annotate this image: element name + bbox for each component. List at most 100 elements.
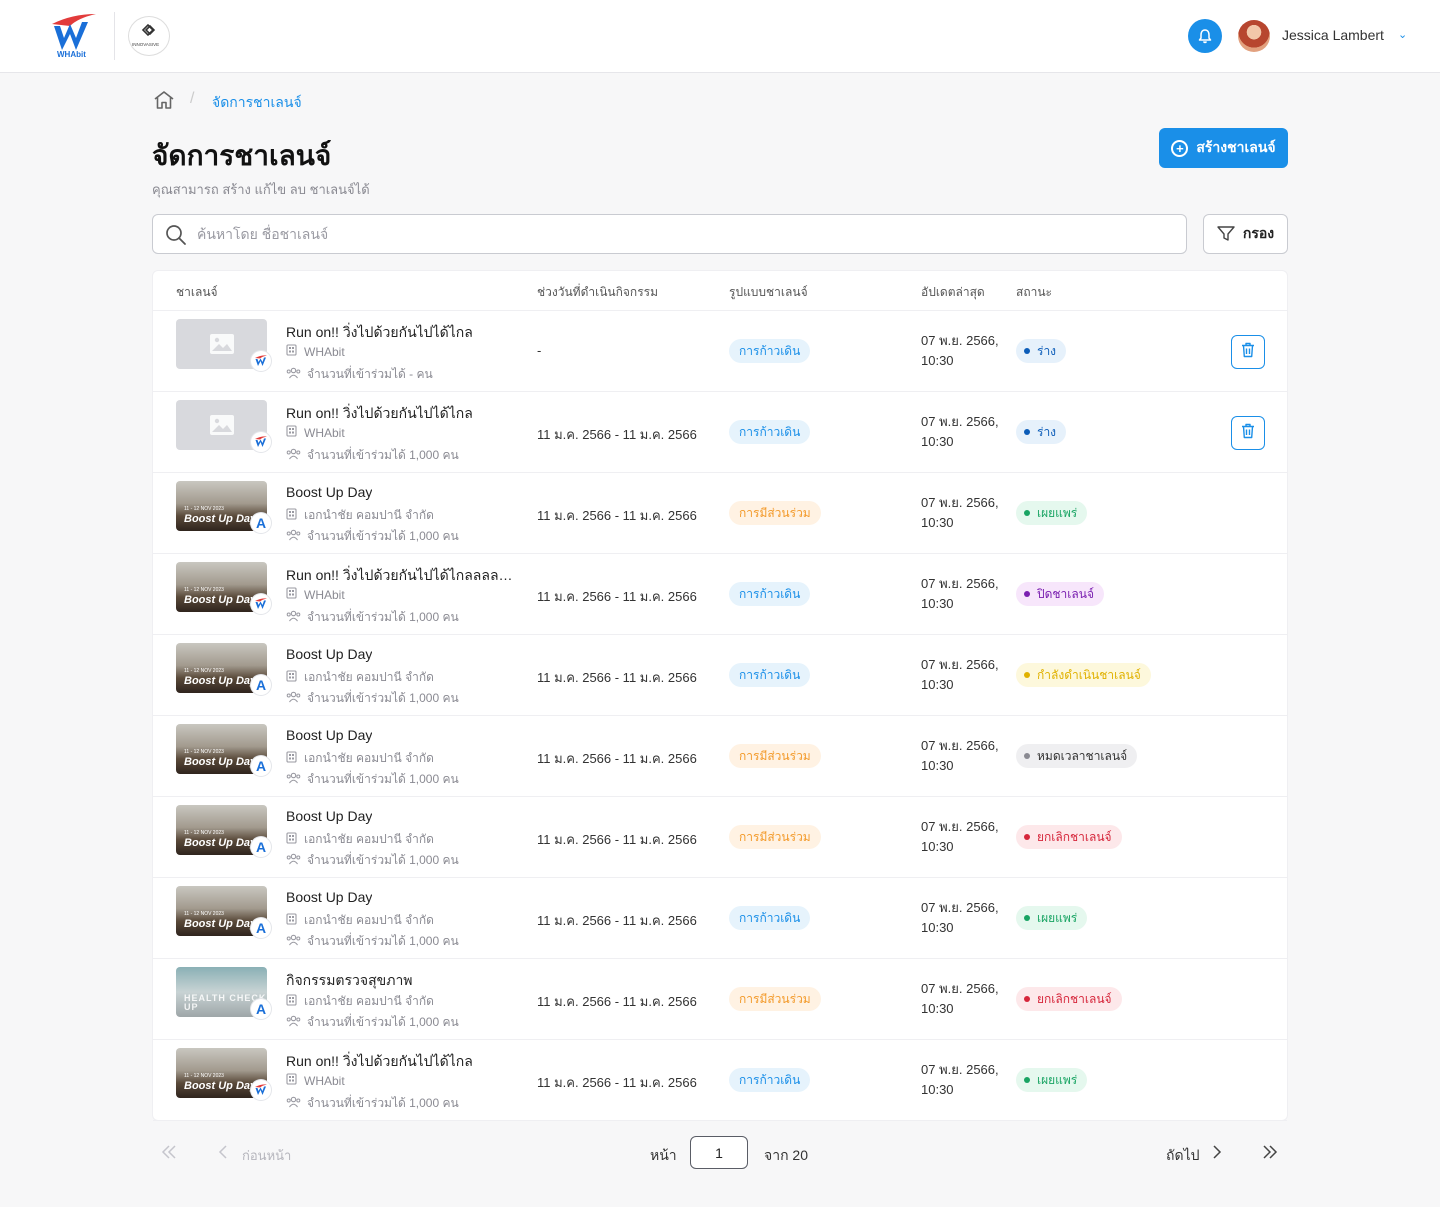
updated-time: 10:30 [921, 758, 954, 773]
updated-time: 10:30 [921, 677, 954, 692]
status-badge: เผยแพร่ [1016, 1068, 1088, 1092]
updated-at: 07 พ.ย. 2566, 10:30 [921, 412, 999, 452]
last-page-icon[interactable] [1261, 1143, 1279, 1161]
updated-date: 07 พ.ย. 2566, [921, 657, 999, 672]
org-badge-icon: A [251, 513, 271, 533]
updated-time: 10:30 [921, 839, 954, 854]
users-icon [286, 529, 301, 544]
challenge-capacity: จำนวนที่เข้าร่วมได้ - คน [286, 365, 433, 384]
challenge-capacity: จำนวนที่เข้าร่วมได้ 1,000 คน [286, 1013, 459, 1032]
delete-button[interactable] [1231, 416, 1265, 450]
type-badge: การก้าวเดิน [729, 420, 811, 444]
updated-time: 10:30 [921, 515, 954, 530]
table-row[interactable]: HEALTH CHECK UP A กิจกรรมตรวจสุขภาพ เอกนำชั… [153, 959, 1287, 1040]
page-label: หน้า [650, 1147, 677, 1163]
org-badge-icon: A [251, 918, 271, 938]
capacity-text: จำนวนที่เข้าร่วมได้ 1,000 คน [307, 448, 459, 462]
org-name: เอกนำชัย คอมปานี จำกัด [304, 832, 434, 846]
challenge-title[interactable]: Run on!! วิ่งไปด้วยกันไปได้ไกล [286, 1051, 473, 1073]
type-badge: การมีส่วนร่วม [729, 825, 821, 849]
users-icon [286, 367, 301, 382]
challenge-title[interactable]: กิจกรรมตรวจสุขภาพ [286, 970, 413, 992]
whabit-org-badge-icon [251, 432, 271, 452]
capacity-text: จำนวนที่เข้าร่วมได้ 1,000 คน [307, 1015, 459, 1029]
avatar[interactable] [1238, 20, 1270, 52]
whabit-logo[interactable]: WHAbit [48, 12, 98, 60]
table-row[interactable]: Run on!! วิ่งไปด้วยกันไปได้ไกล WHAbit จำนว… [153, 392, 1287, 473]
date-range: 11 ม.ค. 2566 - 11 ม.ค. 2566 [537, 427, 697, 442]
table-row[interactable]: 11 - 12 NOV 2023 Boost Up Day A Boost Up Da… [153, 797, 1287, 878]
table-row[interactable]: 11 - 12 NOV 2023 Boost Up Day Run on!! วิ่… [153, 554, 1287, 635]
delete-button[interactable] [1231, 335, 1265, 369]
next-page-button[interactable]: ถัดไป [1166, 1145, 1200, 1167]
prev-page-icon[interactable] [216, 1143, 230, 1161]
org-badge-icon: A [251, 999, 271, 1019]
date-range: 11 ม.ค. 2566 - 11 ม.ค. 2566 [537, 751, 697, 766]
breadcrumb-current[interactable]: จัดการชาเลนจ์ [212, 92, 302, 114]
challenge-title[interactable]: Boost Up Day [286, 808, 372, 824]
home-icon[interactable] [153, 90, 175, 110]
status-badge: ร่าง [1016, 420, 1067, 444]
challenge-title[interactable]: Run on!! วิ่งไปด้วยกันไปได้ไกลลลลลลลลลลล [286, 565, 521, 587]
org-name: เอกนำชัย คอมปานี จำกัด [304, 994, 434, 1008]
thumbnail-date: 11 - 12 NOV 2023 [184, 1073, 224, 1079]
whabit-org-badge-icon [251, 1080, 271, 1100]
innovasive-logo[interactable]: INNOVASIVE [128, 16, 170, 56]
table-row[interactable]: 11 - 12 NOV 2023 Boost Up Day A Boost Up Da… [153, 473, 1287, 554]
challenge-title[interactable]: Run on!! วิ่งไปด้วยกันไปได้ไกล [286, 322, 473, 344]
table-row[interactable]: Run on!! วิ่งไปด้วยกันไปได้ไกล WHAbit จำนว… [153, 311, 1287, 392]
search-input[interactable] [197, 215, 1157, 253]
search-icon [165, 224, 187, 246]
users-icon [286, 448, 301, 463]
table-row[interactable]: 11 - 12 NOV 2023 Boost Up Day A Boost Up Da… [153, 635, 1287, 716]
challenge-capacity: จำนวนที่เข้าร่วมได้ 1,000 คน [286, 608, 459, 627]
status-badge: หมดเวลาชาเลนจ์ [1016, 744, 1138, 768]
filter-icon [1217, 226, 1235, 241]
challenge-title[interactable]: Boost Up Day [286, 646, 372, 662]
challenge-capacity: จำนวนที่เข้าร่วมได้ 1,000 คน [286, 851, 459, 870]
first-page-icon[interactable] [160, 1143, 178, 1161]
status-dot [1024, 1077, 1030, 1083]
org-name: WHAbit [304, 1073, 345, 1088]
building-icon [286, 913, 297, 928]
org-name: เอกนำชัย คอมปานี จำกัด [304, 751, 434, 765]
updated-time: 10:30 [921, 596, 954, 611]
challenge-title[interactable]: Boost Up Day [286, 484, 372, 500]
updated-date: 07 พ.ย. 2566, [921, 1062, 999, 1077]
thumbnail-text: Boost Up Day [184, 675, 257, 687]
date-range: 11 ม.ค. 2566 - 11 ม.ค. 2566 [537, 1075, 697, 1090]
column-header-date-range: ช่วงวันที่ดำเนินกิจกรรม [537, 285, 658, 299]
column-header-type: รูปแบบชาเลนจ์ [729, 285, 808, 299]
column-header-updated: อัปเดตล่าสุด [921, 285, 985, 299]
challenge-capacity: จำนวนที่เข้าร่วมได้ 1,000 คน [286, 770, 459, 789]
challenge-title[interactable]: Boost Up Day [286, 889, 372, 905]
updated-date: 07 พ.ย. 2566, [921, 738, 999, 753]
challenge-title[interactable]: Boost Up Day [286, 727, 372, 743]
logo-divider [114, 12, 115, 60]
updated-at: 07 พ.ย. 2566, 10:30 [921, 817, 999, 857]
thumbnail-text: Boost Up Day [184, 918, 257, 930]
org-badge-icon: A [251, 837, 271, 857]
next-page-icon[interactable] [1210, 1143, 1224, 1161]
date-range: 11 ม.ค. 2566 - 11 ม.ค. 2566 [537, 589, 697, 604]
prev-page-button[interactable]: ก่อนหน้า [242, 1145, 291, 1166]
chevron-down-icon[interactable]: ⌄ [1398, 28, 1407, 41]
table-row[interactable]: 11 - 12 NOV 2023 Boost Up Day A Boost Up Da… [153, 878, 1287, 959]
capacity-text: จำนวนที่เข้าร่วมได้ 1,000 คน [307, 691, 459, 705]
search-box[interactable] [152, 214, 1187, 254]
notification-bell-icon[interactable] [1188, 19, 1222, 53]
org-badge-icon: A [251, 675, 271, 695]
status-label: ยกเลิกชาเลนจ์ [1037, 829, 1112, 844]
status-dot [1024, 348, 1030, 354]
challenge-org: WHAbit [286, 425, 345, 440]
table-row[interactable]: 11 - 12 NOV 2023 Boost Up Day A Boost Up Da… [153, 716, 1287, 797]
filter-button[interactable]: กรอง [1203, 214, 1288, 254]
create-challenge-button[interactable]: + สร้างชาเลนจ์ [1159, 128, 1288, 168]
updated-at: 07 พ.ย. 2566, 10:30 [921, 1060, 999, 1100]
thumbnail-date: 11 - 12 NOV 2023 [184, 749, 224, 755]
capacity-text: จำนวนที่เข้าร่วมได้ 1,000 คน [307, 610, 459, 624]
challenge-title[interactable]: Run on!! วิ่งไปด้วยกันไปได้ไกล [286, 403, 473, 425]
table-row[interactable]: 11 - 12 NOV 2023 Boost Up Day Run on!! วิ่… [153, 1040, 1287, 1121]
user-name[interactable]: Jessica Lambert [1282, 27, 1384, 43]
page-number-input[interactable] [690, 1136, 748, 1169]
